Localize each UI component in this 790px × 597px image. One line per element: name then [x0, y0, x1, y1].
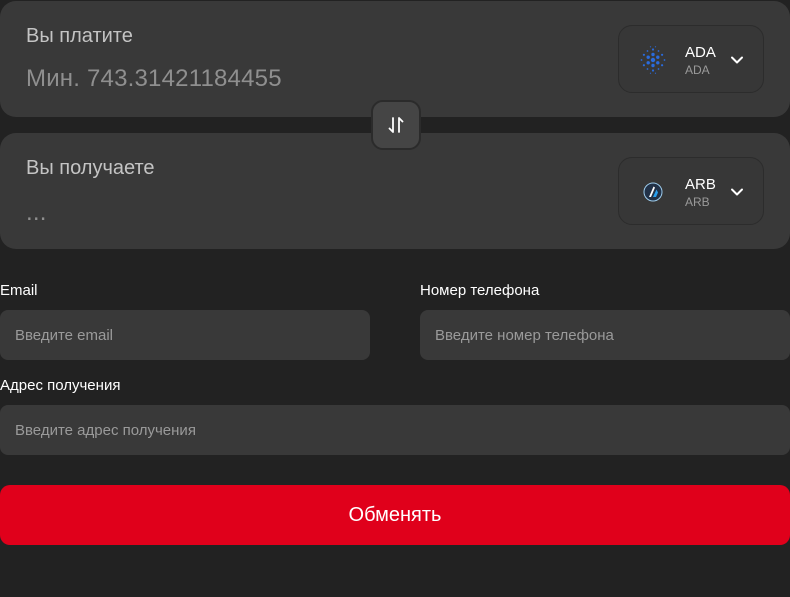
chevron-down-icon [731, 56, 743, 64]
cardano-icon [640, 46, 666, 74]
receive-label: Вы получаете [26, 157, 155, 179]
receive-currency-select[interactable]: ARB ARB [618, 157, 764, 225]
email-input[interactable] [0, 310, 370, 360]
pay-label: Вы платите [26, 25, 133, 47]
receive-amount: ... [26, 199, 47, 226]
pay-currency-network: ADA [685, 63, 710, 77]
email-label: Email [0, 282, 38, 299]
receive-card: Вы получаете ... ARB ARB [0, 133, 790, 249]
pay-currency-code: ADA [685, 44, 716, 61]
pay-currency-select[interactable]: ADA ADA [618, 25, 764, 93]
swap-arrows-icon [388, 117, 404, 133]
phone-label: Номер телефона [420, 282, 540, 299]
receive-currency-code: ARB [685, 176, 716, 193]
swap-direction-button[interactable] [371, 100, 421, 150]
exchange-button[interactable]: Обменять [0, 485, 790, 545]
exchange-form: Вы платите Мин. 743.31421184455 ADA ADA … [0, 0, 790, 597]
arbitrum-icon [643, 182, 663, 202]
address-label: Адрес получения [0, 377, 121, 394]
phone-input[interactable] [420, 310, 790, 360]
address-input[interactable] [0, 405, 790, 455]
receive-currency-network: ARB [685, 195, 710, 209]
pay-amount-input[interactable]: Мин. 743.31421184455 [26, 65, 282, 93]
chevron-down-icon [731, 188, 743, 196]
